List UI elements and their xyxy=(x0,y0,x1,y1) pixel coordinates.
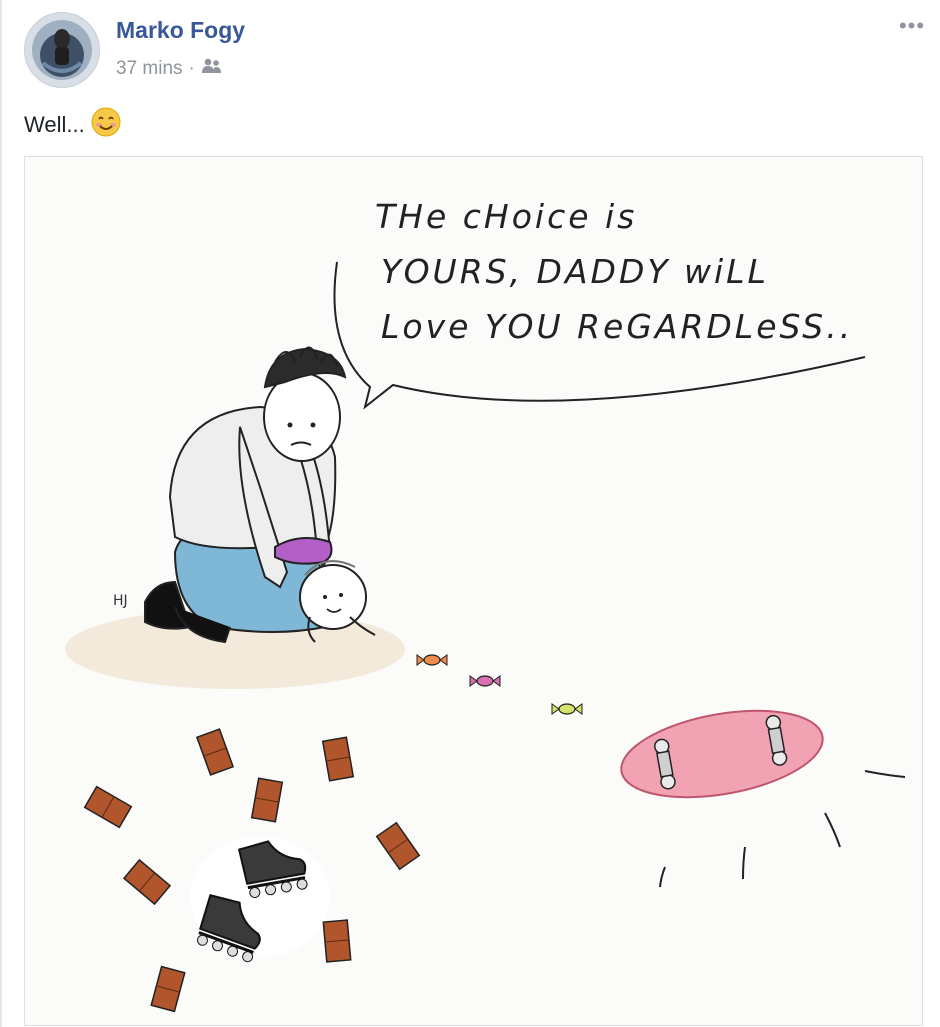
chocolate-bar-icon xyxy=(375,821,421,871)
meta-separator: · xyxy=(188,58,195,79)
post-meta: 37 mins · xyxy=(116,57,223,81)
author-name[interactable]: Marko Fogy xyxy=(116,17,245,44)
candy-icon xyxy=(416,654,448,666)
chocolate-bar-icon xyxy=(321,736,355,782)
speech-line-3: Love YOU ReGARDLeSS.. xyxy=(381,307,854,346)
post-image[interactable]: HJ THe cHoice is YOURS, DADDY wiLL Love … xyxy=(24,156,923,1026)
smiling-face-emoji-icon xyxy=(91,107,121,143)
artist-signature: HJ xyxy=(113,593,128,609)
feed-divider xyxy=(0,0,2,1027)
chocolate-bar-icon xyxy=(195,728,235,776)
author-avatar[interactable] xyxy=(24,12,100,88)
speech-line-1: THe cHoice is xyxy=(375,197,638,236)
chocolate-bar-icon xyxy=(250,777,284,823)
post-timestamp[interactable]: 37 mins xyxy=(116,58,183,80)
post-caption: Well... xyxy=(24,107,121,143)
chocolate-bar-icon xyxy=(83,785,133,829)
speech-line-2: YOURS, DADDY wiLL xyxy=(381,252,769,291)
candy-icon xyxy=(551,703,583,715)
facebook-post: Marko Fogy 37 mins · ••• Well... HJ THe … xyxy=(0,0,940,1027)
friends-icon[interactable] xyxy=(201,57,223,81)
candy-icon xyxy=(469,675,501,687)
chocolate-bar-icon xyxy=(322,919,352,963)
more-options-icon[interactable]: ••• xyxy=(896,13,928,38)
chocolate-bar-icon xyxy=(122,858,172,906)
avatar-image xyxy=(25,13,99,87)
chocolate-bar-icon xyxy=(150,965,186,1013)
candy-trail xyxy=(416,654,583,715)
skateboard-icon xyxy=(620,709,824,799)
caption-text: Well... xyxy=(24,112,85,137)
